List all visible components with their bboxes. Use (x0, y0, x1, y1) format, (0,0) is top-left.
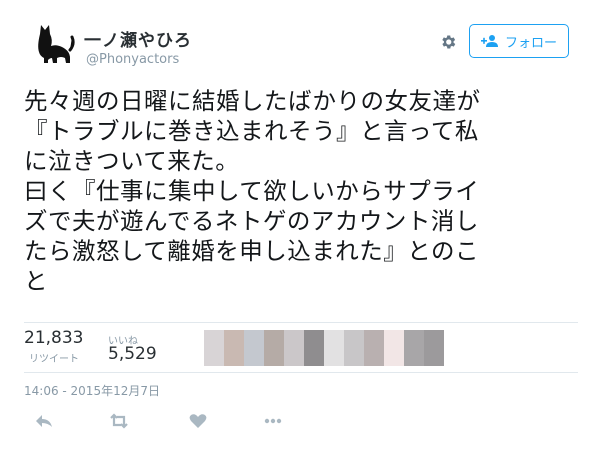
follow-button-label: フォロー (504, 35, 557, 51)
liker-avatars (204, 330, 444, 366)
more-icon[interactable] (262, 412, 284, 430)
liker-avatar[interactable] (344, 330, 364, 366)
liker-avatar[interactable] (224, 330, 244, 366)
liker-avatar[interactable] (404, 330, 424, 366)
liker-avatar[interactable] (204, 330, 224, 366)
cat-avatar-icon (38, 25, 75, 63)
follow-button[interactable]: フォロー (469, 24, 569, 58)
tweet-line: ズで夫が遊んでるネトゲのアカウント消し (24, 207, 479, 235)
tweet-text: 先々週の日曜に結婚したばかりの女友達が 『トラブルに巻き込まれそう』と言って私 … (24, 86, 584, 296)
tweet-card: 一ノ瀬やひろ @Phonyactors フォロー 先々週の日曜に結婚したばかりの… (0, 0, 600, 450)
avatar[interactable] (26, 20, 76, 64)
tweet-line: 先々週の日曜に結婚したばかりの女友達が (24, 87, 481, 115)
liker-avatar[interactable] (384, 330, 404, 366)
liker-avatar[interactable] (264, 330, 284, 366)
screen-name[interactable]: @Phonyactors (86, 52, 179, 67)
tweet-line: に泣きついて来た。 (24, 147, 240, 175)
timestamp[interactable]: 14:06 - 2015年12月7日 (24, 382, 160, 399)
like-icon[interactable] (187, 412, 209, 430)
divider (24, 322, 578, 323)
tweet-line: 『トラブルに巻き込まれそう』と言って私 (24, 117, 479, 145)
gear-icon[interactable] (439, 33, 457, 51)
tweet-line: と (24, 267, 48, 295)
retweet-count[interactable]: 21,833 (24, 328, 83, 348)
retweet-label: リツイート (29, 354, 79, 365)
liker-avatar[interactable] (364, 330, 384, 366)
like-count[interactable]: 5,529 (108, 344, 157, 364)
reply-icon[interactable] (33, 412, 55, 430)
display-name[interactable]: 一ノ瀬やひろ (84, 26, 192, 51)
tweet-line: たら激怒して離婚を申し込まれた』とのこ (24, 237, 480, 265)
liker-avatar[interactable] (284, 330, 304, 366)
tweet-line: 曰く『仕事に集中して欲しいからサプライ (24, 177, 480, 205)
liker-avatar[interactable] (244, 330, 264, 366)
liker-avatar[interactable] (304, 330, 324, 366)
liker-avatar[interactable] (424, 330, 444, 366)
retweet-icon[interactable] (108, 412, 130, 430)
divider (24, 372, 578, 373)
add-user-icon (480, 35, 498, 47)
liker-avatar[interactable] (324, 330, 344, 366)
